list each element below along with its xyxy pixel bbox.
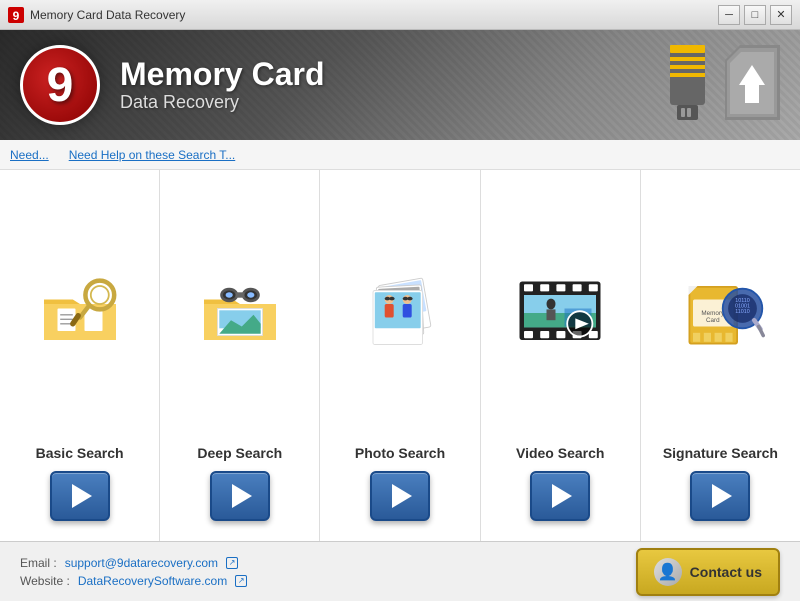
sd-card-icon: [725, 45, 780, 125]
contact-us-button[interactable]: 👤 Contact us: [636, 548, 780, 596]
email-link[interactable]: support@9datarecovery.com: [65, 556, 218, 570]
deep-search-label: Deep Search: [197, 445, 282, 461]
video-search-label: Video Search: [516, 445, 604, 461]
play-triangle-icon: [392, 484, 412, 508]
header-icons: [665, 45, 780, 125]
deep-search-icon-area: [170, 190, 309, 435]
maximize-button[interactable]: □: [744, 5, 766, 25]
signature-search-icon-area: Memory Card 10110 01001 11010: [651, 190, 790, 435]
play-triangle-icon: [552, 484, 572, 508]
signature-search-col: Memory Card 10110 01001 11010 Signature …: [641, 170, 800, 541]
minimize-button[interactable]: ─: [718, 5, 740, 25]
basic-search-icon-area: [10, 190, 149, 435]
app-icon: 9: [8, 7, 24, 23]
photo-search-icon-area: [330, 190, 469, 435]
video-search-play-button[interactable]: [530, 471, 590, 521]
close-button[interactable]: ✕: [770, 5, 792, 25]
email-row: Email : support@9datarecovery.com ↗: [20, 556, 247, 570]
main-content: Basic Search: [0, 170, 800, 541]
basic-search-col: Basic Search: [0, 170, 160, 541]
photo-search-play-button[interactable]: [370, 471, 430, 521]
logo: 9: [20, 45, 100, 125]
basic-search-label: Basic Search: [36, 445, 124, 461]
website-link[interactable]: DataRecoverySoftware.com: [78, 574, 227, 588]
footer-info: Email : support@9datarecovery.com ↗ Webs…: [20, 556, 247, 588]
contact-avatar-icon: 👤: [654, 558, 682, 586]
window-controls: ─ □ ✕: [718, 5, 792, 25]
signature-memcard-icon: Memory Card 10110 01001 11010: [675, 268, 765, 358]
deep-search-play-button[interactable]: [210, 471, 270, 521]
basic-search-play-button[interactable]: [50, 471, 110, 521]
photos-icon: [355, 268, 445, 358]
nav-link-2[interactable]: Need Help on these Search T...: [69, 148, 236, 162]
website-label: Website :: [20, 574, 70, 588]
app-header: 9 Memory Card Data Recovery: [0, 30, 800, 140]
deep-search-col: Deep Search: [160, 170, 320, 541]
app-title: Memory Card: [120, 57, 325, 92]
play-triangle-icon: [232, 484, 252, 508]
svg-text:11010: 11010: [736, 309, 751, 315]
signature-search-play-button[interactable]: [690, 471, 750, 521]
svg-text:Memory: Memory: [702, 309, 726, 316]
memory-stick-icon: [665, 45, 710, 125]
video-search-icon-area: [491, 190, 630, 435]
video-film-icon: [515, 268, 605, 358]
play-triangle-icon: [72, 484, 92, 508]
external-link-icon-2: ↗: [235, 575, 247, 587]
photo-search-label: Photo Search: [355, 445, 445, 461]
header-text: Memory Card Data Recovery: [120, 57, 325, 113]
video-search-col: Video Search: [481, 170, 641, 541]
nav-bar: Need... Need Help on these Search T...: [0, 140, 800, 170]
signature-search-label: Signature Search: [663, 445, 778, 461]
external-link-icon: ↗: [226, 557, 238, 569]
contact-btn-label: Contact us: [690, 564, 762, 580]
magnify-folder-icon: [35, 268, 125, 358]
window-title: Memory Card Data Recovery: [30, 8, 185, 22]
website-row: Website : DataRecoverySoftware.com ↗: [20, 574, 247, 588]
play-triangle-icon: [712, 484, 732, 508]
email-label: Email :: [20, 556, 57, 570]
svg-text:Card: Card: [706, 317, 720, 324]
svg-text:9: 9: [13, 9, 20, 23]
app-subtitle: Data Recovery: [120, 92, 325, 113]
photo-search-col: Photo Search: [320, 170, 480, 541]
footer: Email : support@9datarecovery.com ↗ Webs…: [0, 541, 800, 601]
nav-link-1[interactable]: Need...: [10, 148, 49, 162]
binoculars-folder-icon: [195, 268, 285, 358]
title-bar: 9 Memory Card Data Recovery ─ □ ✕: [0, 0, 800, 30]
